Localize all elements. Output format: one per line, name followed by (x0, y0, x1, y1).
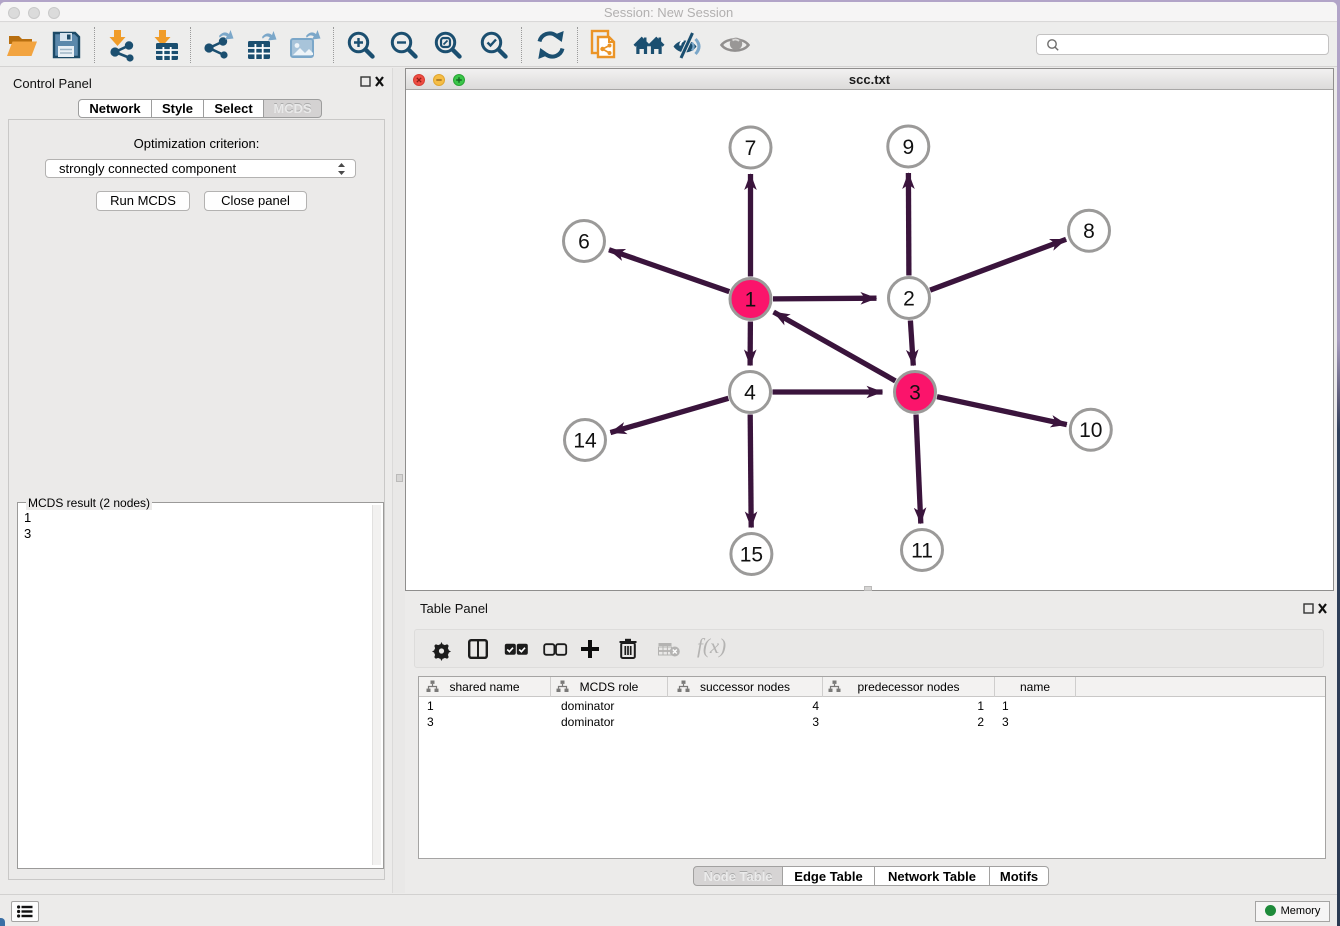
svg-text:15: 15 (740, 544, 763, 567)
svg-text:8: 8 (1083, 220, 1095, 243)
svg-text:14: 14 (573, 430, 597, 453)
svg-text:11: 11 (911, 540, 933, 563)
svg-text:3: 3 (909, 382, 921, 405)
svg-text:7: 7 (745, 137, 757, 160)
svg-text:10: 10 (1079, 419, 1102, 442)
svg-text:2: 2 (903, 288, 915, 311)
svg-text:6: 6 (578, 231, 590, 254)
svg-text:4: 4 (744, 382, 756, 405)
svg-text:9: 9 (902, 136, 914, 159)
svg-text:1: 1 (745, 289, 757, 312)
